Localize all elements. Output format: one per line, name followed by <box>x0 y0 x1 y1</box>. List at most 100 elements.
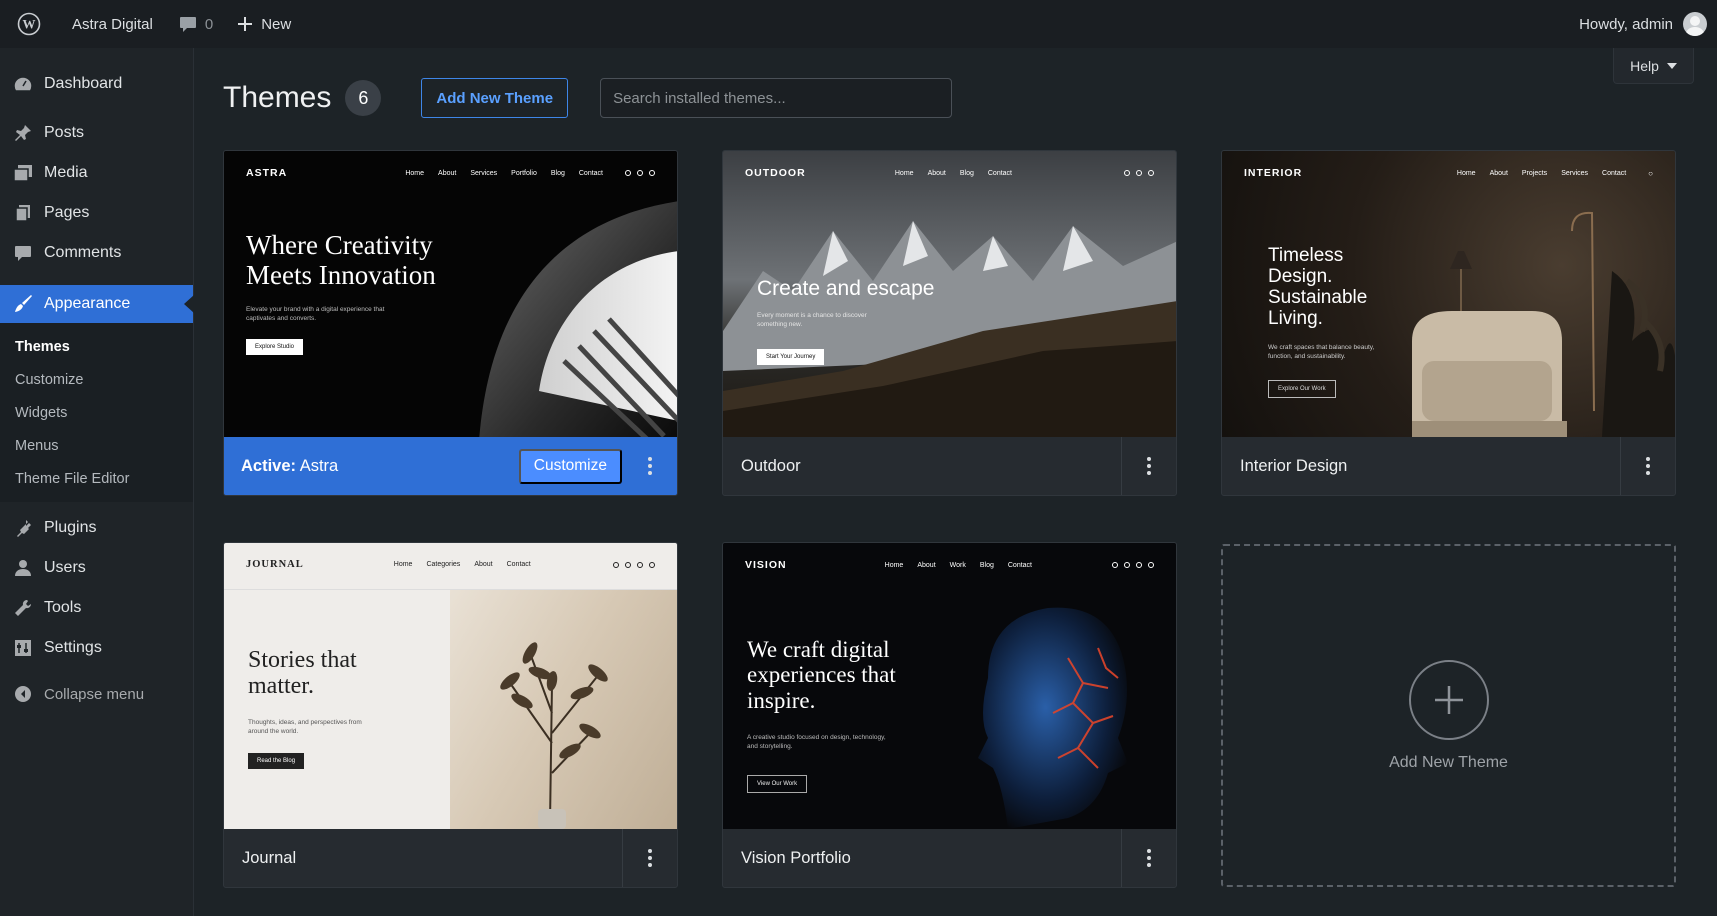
theme-card-astra[interactable]: ASTRA Home About Services Portfolio Blog Cont… <box>223 150 678 496</box>
sidebar-item-label: Pages <box>44 204 90 221</box>
preview-nav: INTERIOR Home About Projects Services Contac… <box>1244 167 1653 179</box>
theme-name: Vision Portfolio <box>741 848 851 867</box>
sidebar-item-appearance[interactable]: Appearance <box>0 285 194 323</box>
preview-nav: ASTRA Home About Services Portfolio Blog Cont… <box>246 167 655 179</box>
submenu-customize[interactable]: Customize <box>0 364 193 397</box>
new-content-link[interactable]: New <box>225 0 303 48</box>
collapse-arrow-icon <box>13 684 33 704</box>
settings-icon <box>13 638 33 658</box>
help-label: Help <box>1630 57 1659 74</box>
add-new-theme-label: Add New Theme <box>1389 753 1508 771</box>
theme-footer: Vision Portfolio <box>723 829 1176 887</box>
preview-nav: JOURNAL Home Categories About Contact <box>246 559 655 570</box>
active-theme-label: Active: Astra <box>241 456 339 475</box>
submenu-menus[interactable]: Menus <box>0 430 193 463</box>
sidebar-item-label: Settings <box>44 639 102 656</box>
sidebar-item-label: Users <box>44 559 86 576</box>
my-account[interactable]: Howdy, admin <box>1579 0 1707 48</box>
sidebar-item-label: Posts <box>44 124 85 141</box>
page-title: Themes <box>223 81 332 114</box>
theme-name: Interior Design <box>1240 456 1348 475</box>
avatar <box>1683 12 1707 36</box>
theme-name: Outdoor <box>741 456 801 475</box>
comments-link[interactable]: 0 <box>167 0 225 48</box>
admin-sidebar: Dashboard Posts Media Pages Comments App… <box>0 48 194 916</box>
kebab-menu-icon <box>648 849 652 867</box>
sidebar-item-tools[interactable]: Tools <box>0 588 193 628</box>
sidebar-item-pages[interactable]: Pages <box>0 193 193 233</box>
theme-screenshot: OUTDOOR Home About Blog Contact Create and … <box>723 151 1176 437</box>
theme-screenshot: VISION Home About Work Blog Contact We craft… <box>723 543 1176 829</box>
comment-bubble-icon <box>179 16 196 32</box>
theme-count-badge: 6 <box>345 80 382 116</box>
submenu-themes[interactable]: Themes <box>0 331 193 364</box>
theme-card-interior-design[interactable]: INTERIOR Home About Projects Services Contac… <box>1221 150 1676 496</box>
site-name-link[interactable]: Astra Digital <box>58 0 167 48</box>
more-options-button[interactable] <box>1121 437 1176 495</box>
sidebar-item-comments[interactable]: Comments <box>0 233 193 273</box>
brush-icon <box>13 294 33 314</box>
theme-footer: Outdoor <box>723 437 1176 495</box>
theme-name: Journal <box>242 848 297 867</box>
appearance-submenu: Themes Customize Widgets Menus Theme Fil… <box>0 323 193 502</box>
page-header: Themes 6 Add New Theme Search installed … <box>223 78 953 118</box>
theme-screenshot: ASTRA Home About Services Portfolio Blog Cont… <box>224 151 677 437</box>
sidebar-item-settings[interactable]: Settings <box>0 628 193 668</box>
sidebar-item-label: Tools <box>44 599 82 616</box>
theme-screenshot: JOURNAL Home Categories About Contact Stori… <box>224 543 677 829</box>
sidebar-item-media[interactable]: Media <box>0 153 193 193</box>
collapse-label: Collapse menu <box>44 685 145 703</box>
caret-down-icon <box>1666 62 1677 69</box>
search-themes-input[interactable]: Search installed themes... <box>600 78 953 118</box>
sidebar-item-posts[interactable]: Posts <box>0 113 193 153</box>
sidebar-item-label: Appearance <box>44 295 131 312</box>
theme-footer: Journal <box>224 829 677 887</box>
pages-icon <box>13 203 33 223</box>
kebab-menu-icon <box>1147 849 1151 867</box>
submenu-theme-file-editor[interactable]: Theme File Editor <box>0 463 193 496</box>
kebab-menu-icon <box>647 457 652 475</box>
collapse-menu-button[interactable]: Collapse menu <box>0 674 193 714</box>
sidebar-item-plugins[interactable]: Plugins <box>0 508 193 548</box>
theme-footer: Active: Astra Customize <box>224 437 677 495</box>
preview-nav: VISION Home About Work Blog Contact <box>745 559 1154 571</box>
sidebar-item-label: Media <box>44 164 88 181</box>
more-options-button[interactable] <box>622 829 677 887</box>
more-options-button[interactable] <box>1620 437 1675 495</box>
theme-card-vision-portfolio[interactable]: VISION Home About Work Blog Contact We craft… <box>722 542 1177 888</box>
comment-icon <box>13 243 33 263</box>
svg-text:W: W <box>23 17 36 32</box>
sidebar-item-users[interactable]: Users <box>0 548 193 588</box>
theme-card-outdoor[interactable]: OUTDOOR Home About Blog Contact Create and … <box>722 150 1177 496</box>
help-tab-button[interactable]: Help <box>1613 48 1694 84</box>
add-new-theme-tile[interactable]: Add New Theme <box>1221 544 1676 887</box>
sidebar-item-label: Dashboard <box>44 75 123 92</box>
more-options-button[interactable] <box>622 437 677 495</box>
sidebar-item-label: Plugins <box>44 519 97 536</box>
add-plus-icon <box>1408 659 1489 740</box>
sidebar-item-label: Comments <box>44 244 122 261</box>
media-icon <box>13 163 33 183</box>
kebab-menu-icon <box>1147 457 1151 475</box>
pin-icon <box>13 123 33 143</box>
wordpress-logo-icon[interactable]: W <box>0 0 58 48</box>
more-options-button[interactable] <box>1121 829 1176 887</box>
comments-count: 0 <box>204 15 214 33</box>
wrench-icon <box>13 598 33 618</box>
submenu-widgets[interactable]: Widgets <box>0 397 193 430</box>
admin-bar: W Astra Digital 0 New Howdy, admin <box>0 0 1717 48</box>
add-new-theme-button[interactable]: Add New Theme <box>421 78 569 118</box>
theme-screenshot: INTERIOR Home About Projects Services Contac… <box>1222 151 1675 437</box>
sidebar-item-dashboard[interactable]: Dashboard <box>0 64 193 104</box>
plus-icon <box>238 17 253 31</box>
main-content: Help Themes 6 Add New Theme Search insta… <box>195 48 1717 916</box>
customize-button[interactable]: Customize <box>518 448 622 484</box>
dashboard-icon <box>13 74 33 94</box>
user-icon <box>13 558 33 578</box>
preview-nav: OUTDOOR Home About Blog Contact <box>745 167 1154 179</box>
plug-icon <box>13 518 33 538</box>
howdy-text: Howdy, admin <box>1579 15 1673 33</box>
new-label: New <box>261 15 292 33</box>
search-icon: ○ <box>1648 168 1653 178</box>
theme-card-journal[interactable]: JOURNAL Home Categories About Contact Stori… <box>223 542 678 888</box>
